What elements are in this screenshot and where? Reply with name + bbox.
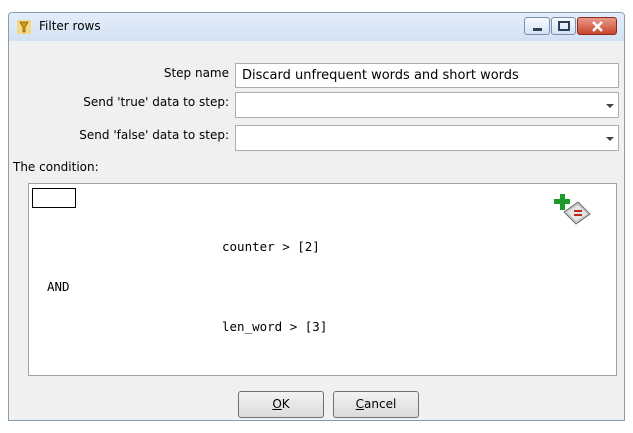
maximize-button[interactable] <box>551 17 576 35</box>
condition-expression-2[interactable]: len_word > [3] <box>222 319 327 334</box>
false-step-label: Send 'false' data to step: <box>79 128 229 142</box>
cancel-mnemonic: C <box>355 397 365 411</box>
window-title: Filter rows <box>39 19 101 33</box>
close-button[interactable] <box>577 17 617 35</box>
ok-button[interactable]: OK <box>238 391 324 418</box>
condition-operator[interactable]: AND <box>47 279 70 294</box>
title-bar[interactable]: Filter rows <box>9 13 624 41</box>
ok-label: K <box>281 397 290 411</box>
close-icon <box>592 21 603 32</box>
true-step-select[interactable] <box>235 92 619 118</box>
chevron-down-icon <box>606 137 614 141</box>
condition-heading: The condition: <box>13 160 99 174</box>
true-step-label: Send 'true' data to step: <box>83 95 229 109</box>
step-name-input[interactable]: Discard unfrequent words and short words <box>235 63 619 88</box>
condition-negate-box[interactable] <box>32 188 76 208</box>
cancel-button[interactable]: Cancel <box>333 391 419 418</box>
add-condition-icon[interactable] <box>554 194 594 230</box>
condition-expression-1[interactable]: counter > [2] <box>222 239 320 254</box>
condition-editor[interactable]: counter > [2] AND len_word > [3] <box>28 183 617 376</box>
filter-rows-dialog: Filter rows Step name Discard unfrequent… <box>8 12 625 421</box>
cancel-label: ancel <box>364 397 397 411</box>
step-name-value: Discard unfrequent words and short words <box>242 68 519 83</box>
minimize-icon <box>533 28 542 31</box>
minimize-button[interactable] <box>524 17 550 35</box>
chevron-down-icon <box>606 104 614 108</box>
ok-mnemonic: O <box>272 397 282 411</box>
false-step-select[interactable] <box>235 125 619 151</box>
maximize-icon <box>558 21 570 31</box>
app-icon <box>17 20 31 34</box>
step-name-label: Step name <box>163 66 229 80</box>
